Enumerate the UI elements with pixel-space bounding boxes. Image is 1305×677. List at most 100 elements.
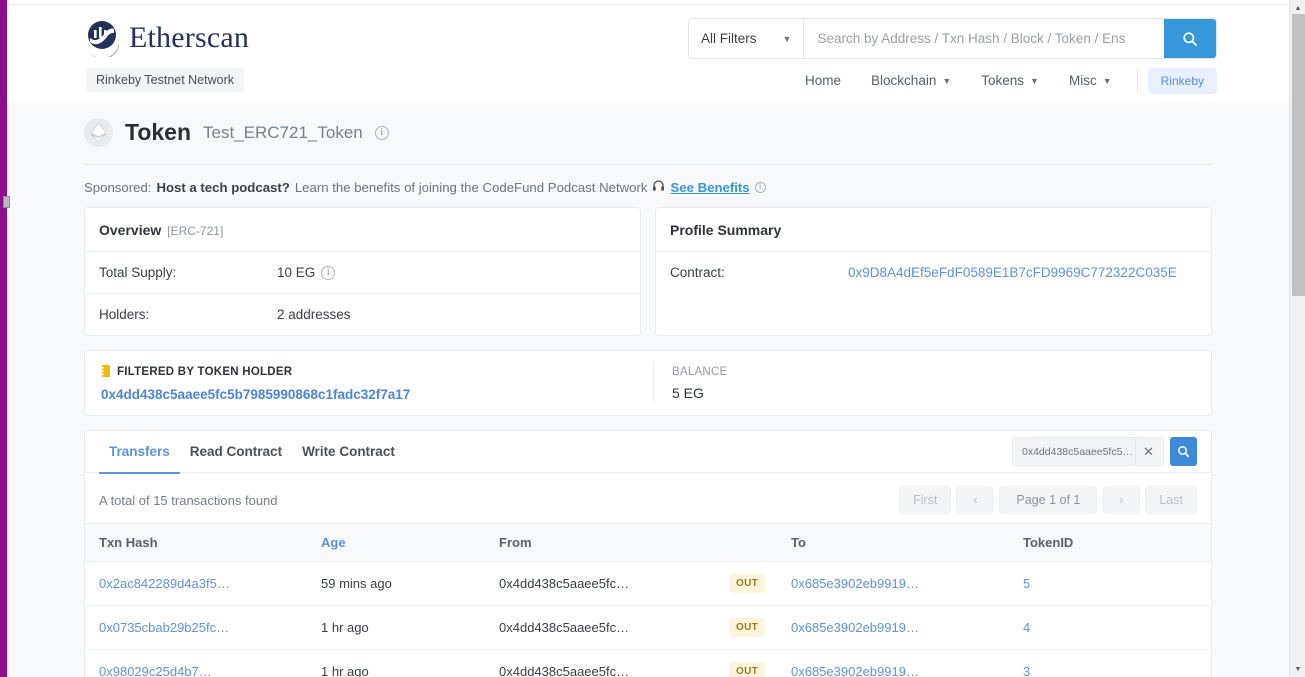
to-address-link[interactable]: 0x685e3902eb9919… [791,664,919,677]
info-icon[interactable]: i [374,125,389,140]
col-direction [721,523,783,562]
cell-to: 0x685e3902eb9919… [783,605,1015,650]
main-nav: Home Blockchain ▼ Tokens ▼ Misc ▼ Rinkeb… [790,67,1217,94]
txn-hash-link[interactable]: 0x2ac842289d4a3f5… [99,576,230,591]
cell-token-id: 5 [1015,561,1211,606]
filter-caption-row: FILTERED BY TOKEN HOLDER [101,364,637,380]
cell-from: 0x4dd438c5aaee5fc… [491,649,721,677]
profile-summary-card: Profile Summary Contract: 0x9D8A4dEf5eFd… [655,207,1212,336]
cell-txn-hash: 0x98029c25d4b7… [85,649,313,677]
cell-token-id: 4 [1015,605,1211,650]
to-address-link[interactable]: 0x685e3902eb9919… [791,620,919,635]
panel-search-button[interactable] [1170,437,1197,466]
transactions-toolbar: A total of 15 transactions found First ‹… [85,473,1211,523]
cell-direction: OUT [721,649,783,677]
table-header-row: Txn Hash Age From To TokenID [85,523,1211,562]
transfers-table-head: Txn Hash Age From To TokenID [85,523,1211,562]
search-input[interactable] [804,19,1164,58]
pagination-last[interactable]: Last [1145,486,1197,514]
contract-address-link[interactable]: 0x9D8A4dEf5eFdF0589E1B7cFD9969C772322C03… [848,265,1177,280]
filtered-holder-address[interactable]: 0x4dd438c5aaee5fc5b7985990868c1fadc32f7a… [101,387,637,402]
search-icon [1183,31,1197,46]
site-header: Etherscan Rinkeby Testnet Network All Fi… [7,5,1289,101]
page-scrollbar[interactable]: ▲ ▼ [1289,0,1305,677]
search-button[interactable] [1164,19,1216,58]
sponsored-banner: Sponsored: Host a tech podcast? Learn th… [84,165,1212,207]
see-benefits-link[interactable]: See Benefits [670,180,749,195]
txn-hash-link[interactable]: 0x0735cbab29b25fc… [99,620,229,635]
tab-write-contract-label: Write Contract [302,444,395,459]
tab-read-contract-label: Read Contract [189,444,283,459]
window-resize-handle[interactable] [3,196,10,208]
close-icon[interactable]: ✕ [1135,438,1161,465]
table-row: 0x0735cbab29b25fc… 1 hr ago 0x4dd438c5aa… [85,605,1211,650]
cell-direction: OUT [721,561,783,606]
overview-row-total-supply: Total Supply: 10 EG i [85,252,640,293]
token-holder-filter-strip: FILTERED BY TOKEN HOLDER 0x4dd438c5aaee5… [84,350,1212,416]
filter-book-icon [101,364,111,380]
panel-search-value[interactable]: 0x4dd438c5aaee5fc5b7985… [1022,446,1135,458]
pagination-next[interactable]: › [1102,486,1141,514]
etherscan-logo[interactable]: Etherscan [84,19,250,60]
etherscan-logo-icon [84,19,122,60]
scrollbar-thumb[interactable] [1292,14,1305,296]
panel-search-box[interactable]: 0x4dd438c5aaee5fc5b7985… ✕ [1012,437,1164,466]
nav-item-tokens[interactable]: Tokens ▼ [966,67,1054,94]
tab-read-contract[interactable]: Read Contract [180,431,292,473]
pagination-prev[interactable]: ‹ [956,486,995,514]
profile-summary-header: Profile Summary [656,208,1211,252]
search-filter-label: All Filters [701,31,757,46]
cell-token-id: 3 [1015,649,1211,677]
tab-write-contract[interactable]: Write Contract [292,431,405,473]
overview-row-holders: Holders: 2 addresses [85,293,640,335]
page-body: Token Test_ERC721_Token i Sponsored: Hos… [7,101,1289,677]
profile-summary-title: Profile Summary [670,222,782,238]
cell-from: 0x4dd438c5aaee5fc… [491,561,721,606]
search-filter-select[interactable]: All Filters ▼ [689,19,805,58]
network-badge: Rinkeby Testnet Network [86,68,245,92]
col-token-id: TokenID [1015,523,1211,562]
pagination-page-indicator: Page 1 of 1 [999,486,1098,514]
token-id-link[interactable]: 3 [1023,664,1030,677]
to-address-link[interactable]: 0x685e3902eb9919… [791,576,919,591]
token-id-link[interactable]: 5 [1023,576,1030,591]
nav-item-blockchain-label: Blockchain [871,73,937,88]
sponsored-headline: Host a tech podcast? [156,179,290,195]
nav-item-blockchain[interactable]: Blockchain ▼ [856,67,966,94]
filter-strip-left: FILTERED BY TOKEN HOLDER 0x4dd438c5aaee5… [85,364,653,402]
col-age[interactable]: Age [313,523,491,562]
headphones-icon [652,179,665,195]
cell-direction: OUT [721,605,783,650]
token-id-link[interactable]: 4 [1023,620,1030,635]
pagination-first[interactable]: First [899,486,952,514]
nav-item-tokens-label: Tokens [981,73,1025,88]
txn-hash-link[interactable]: 0x98029c25d4b7… [99,664,212,677]
network-switcher-pill[interactable]: Rinkeby [1147,67,1217,94]
col-to: To [783,523,1015,562]
profile-row-contract: Contract: 0x9D8A4dEf5eFdF0589E1B7cFD9969… [656,252,1211,293]
nav-item-home[interactable]: Home [790,67,856,94]
cell-age: 1 hr ago [313,649,491,677]
transfers-table-body: 0x2ac842289d4a3f5… 59 mins ago 0x4dd438c… [85,561,1211,677]
filter-caption: FILTERED BY TOKEN HOLDER [117,366,293,378]
panel-search: 0x4dd438c5aaee5fc5b7985… ✕ [1012,437,1197,466]
nav-item-misc-label: Misc [1068,73,1097,88]
transactions-summary: A total of 15 transactions found [99,492,278,508]
info-icon[interactable]: i [754,181,766,193]
overview-card-header: Overview [ERC-721] [85,208,640,252]
transfers-panel: Transfers Read Contract Write Contract 0… [84,430,1212,677]
nav-item-misc[interactable]: Misc ▼ [1054,67,1127,94]
etherscan-logo-text: Etherscan [129,21,250,54]
scroll-down-arrow-icon[interactable]: ▼ [1290,661,1305,677]
cell-txn-hash: 0x2ac842289d4a3f5… [85,561,313,606]
page-title: Token Test_ERC721_Token i [84,101,1212,147]
info-icon[interactable]: i [321,265,336,280]
nav-divider [1136,69,1138,92]
total-supply-value: 10 EG [277,265,316,280]
cell-txn-hash: 0x0735cbab29b25fc… [85,605,313,650]
holders-label: Holders: [99,307,150,322]
cell-to: 0x685e3902eb9919… [783,649,1015,677]
tab-transfers[interactable]: Transfers [99,431,180,474]
chevron-down-icon: ▼ [1102,75,1112,86]
ethereum-diamond-icon [84,118,113,147]
